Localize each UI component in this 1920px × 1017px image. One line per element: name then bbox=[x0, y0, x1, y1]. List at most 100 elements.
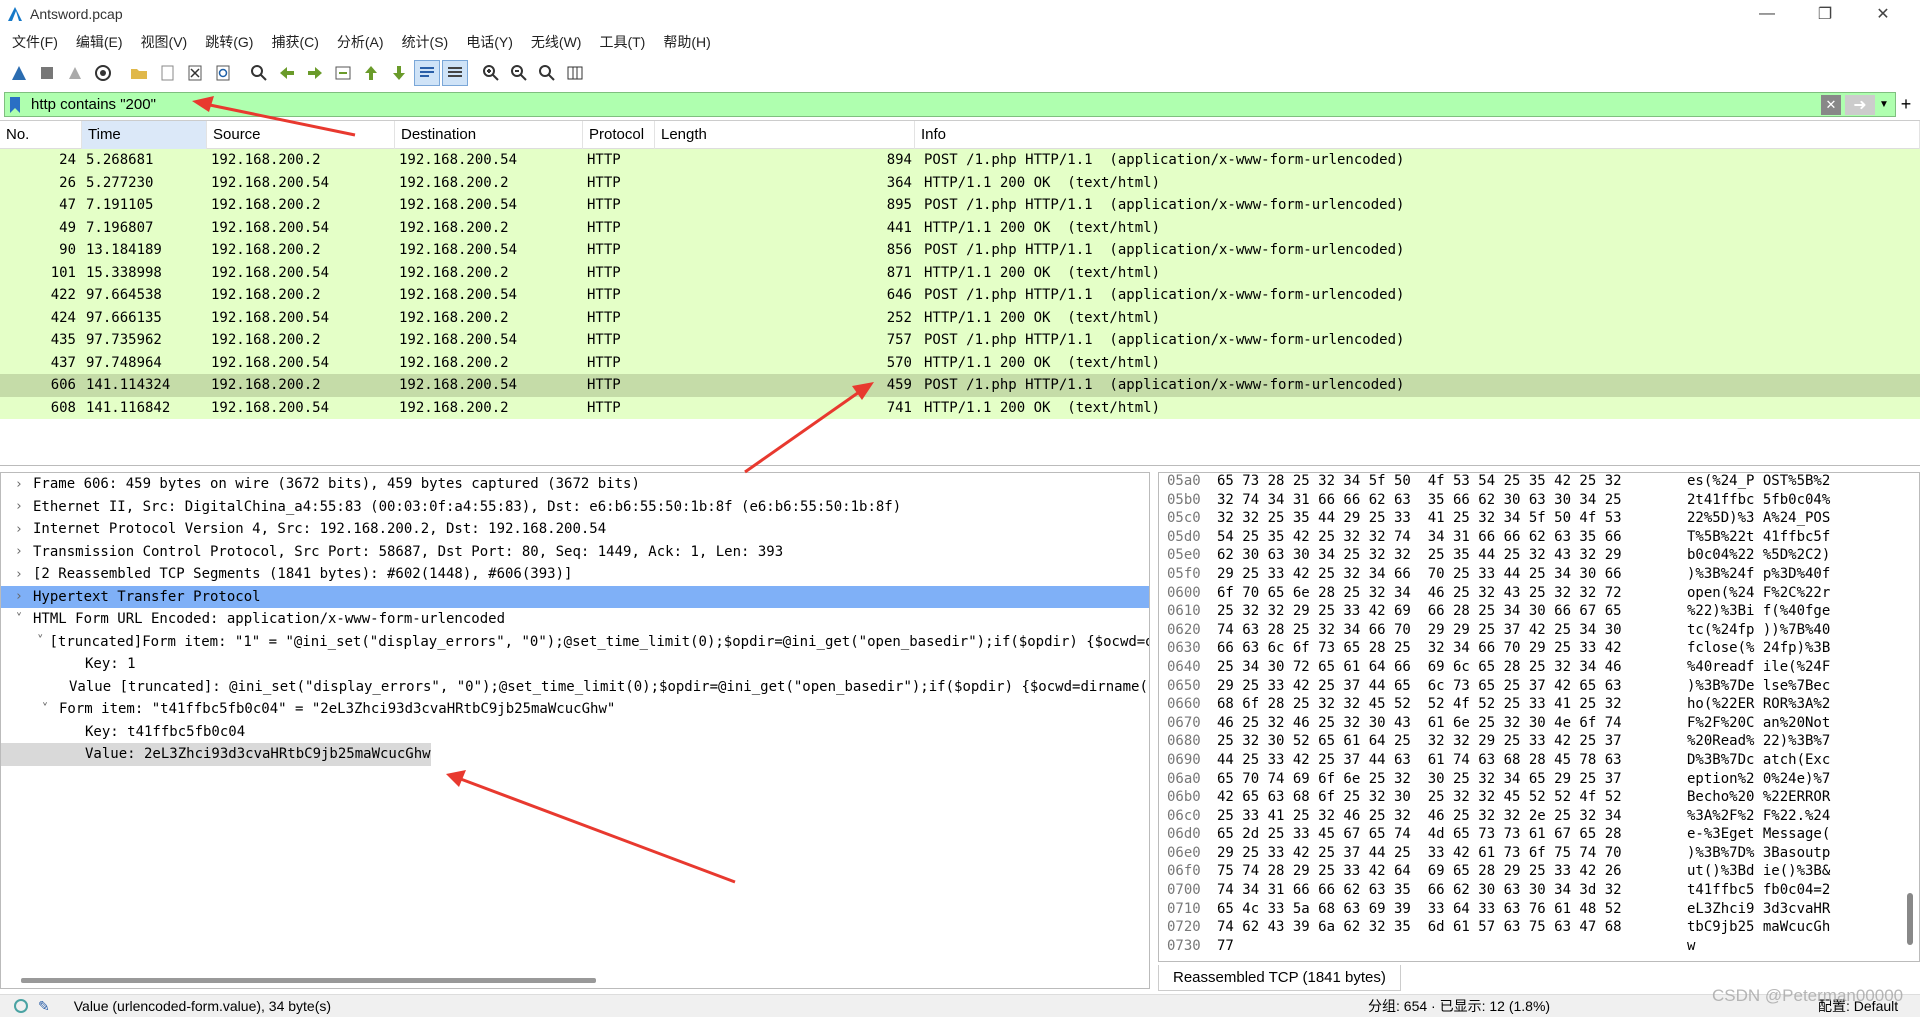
column-header-source[interactable]: Source bbox=[207, 120, 395, 149]
packet-row[interactable]: 606 141.114324 192.168.200.2 192.168.200.54… bbox=[0, 374, 1920, 397]
detail-tree-item[interactable]: Value [truncated]: @ini_set("display_err… bbox=[1, 676, 1149, 699]
detail-tree-item[interactable]: Key: t41ffbc5fb0c04 bbox=[1, 721, 1149, 744]
chevron-right-icon[interactable]: › bbox=[11, 567, 27, 582]
detail-tree-item[interactable]: › Ethernet II, Src: DigitalChina_a4:55:83… bbox=[1, 496, 1149, 519]
hex-row[interactable]: 0650 29 25 33 42 25 37 44 65 6c 73 65 25 … bbox=[1159, 678, 1919, 697]
hex-row[interactable]: 0670 46 25 32 46 25 32 30 43 61 6e 25 32 … bbox=[1159, 715, 1919, 734]
resize-columns-button[interactable] bbox=[562, 60, 588, 86]
hex-row[interactable]: 06e0 29 25 33 42 25 37 44 25 33 42 61 73 … bbox=[1159, 845, 1919, 864]
hex-row[interactable]: 06d0 65 2d 25 33 45 67 65 74 4d 65 73 73 … bbox=[1159, 826, 1919, 845]
minimize-button[interactable]: — bbox=[1738, 0, 1796, 28]
hex-row[interactable]: 0680 25 32 30 52 65 61 64 25 32 32 29 25 … bbox=[1159, 733, 1919, 752]
hex-row[interactable]: 0720 74 62 43 39 6a 62 32 35 6d 61 57 63 … bbox=[1159, 919, 1919, 938]
hex-row[interactable]: 0700 74 34 31 66 66 62 63 35 66 62 30 63 … bbox=[1159, 882, 1919, 901]
menu-item[interactable]: 跳转(G) bbox=[205, 32, 253, 52]
go-to-packet-button[interactable] bbox=[330, 60, 356, 86]
hex-row[interactable]: 06a0 65 70 74 69 6f 6e 25 32 30 25 32 34 … bbox=[1159, 771, 1919, 790]
zoom-in-button[interactable] bbox=[478, 60, 504, 86]
restart-capture-button[interactable] bbox=[62, 60, 88, 86]
chevron-down-icon[interactable]: ˅ bbox=[37, 702, 53, 717]
hex-row[interactable]: 06f0 75 74 28 29 25 33 42 64 69 65 28 29 … bbox=[1159, 863, 1919, 882]
chevron-right-icon[interactable]: › bbox=[11, 477, 27, 492]
details-horizontal-scrollbar[interactable] bbox=[21, 978, 596, 983]
detail-tree-item[interactable]: ˅ [truncated]Form item: "1" = "@ini_set("… bbox=[1, 631, 1149, 654]
menu-item[interactable]: 文件(F) bbox=[12, 32, 58, 52]
hex-row[interactable]: 0640 25 34 30 72 65 61 64 66 69 6c 65 28 … bbox=[1159, 659, 1919, 678]
chevron-right-icon[interactable]: › bbox=[11, 544, 27, 559]
packet-row[interactable]: 49 7.196807 192.168.200.54 192.168.200.2 HTT… bbox=[0, 216, 1920, 239]
edit-comment-icon[interactable]: ✎ bbox=[38, 998, 50, 1015]
colorize-button[interactable] bbox=[442, 60, 468, 86]
detail-tree-item[interactable]: Key: 1 bbox=[1, 653, 1149, 676]
menu-item[interactable]: 分析(A) bbox=[337, 32, 384, 52]
hex-row[interactable]: 0690 44 25 33 42 25 37 44 63 61 74 63 68 … bbox=[1159, 752, 1919, 771]
hex-row[interactable]: 0630 66 63 6c 6f 73 65 28 25 32 34 66 70 … bbox=[1159, 640, 1919, 659]
chevron-down-icon[interactable]: ˅ bbox=[11, 612, 27, 627]
start-capture-button[interactable] bbox=[6, 60, 32, 86]
hex-row[interactable]: 0600 6f 70 65 6e 28 25 32 34 46 25 32 43 … bbox=[1159, 585, 1919, 604]
hex-row[interactable]: 05b0 32 74 34 31 66 66 62 63 35 66 62 30 … bbox=[1159, 492, 1919, 511]
hex-row[interactable]: 06b0 42 65 63 68 6f 25 32 30 25 32 32 45 … bbox=[1159, 789, 1919, 808]
expert-info-icon[interactable] bbox=[14, 999, 28, 1013]
filter-bookmark-button[interactable] bbox=[5, 93, 25, 116]
column-header-destination[interactable]: Destination bbox=[395, 120, 583, 149]
packet-row[interactable]: 26 5.277230 192.168.200.54 192.168.200.2 HTT… bbox=[0, 171, 1920, 194]
packet-row[interactable]: 608 141.116842 192.168.200.54 192.168.200.2… bbox=[0, 396, 1920, 419]
recent-filters-dropdown[interactable]: ▼ bbox=[1875, 95, 1893, 115]
detail-tree-item[interactable]: › Frame 606: 459 bytes on wire (3672 bits… bbox=[1, 473, 1149, 496]
zoom-out-button[interactable] bbox=[506, 60, 532, 86]
packet-row[interactable]: 435 97.735962 192.168.200.2 192.168.200.54 H… bbox=[0, 329, 1920, 352]
detail-tree-item[interactable]: › Internet Protocol Version 4, Src: 192.1… bbox=[1, 518, 1149, 541]
reload-file-button[interactable] bbox=[210, 60, 236, 86]
hex-row[interactable]: 0620 74 63 28 25 32 34 66 70 29 29 25 37 … bbox=[1159, 622, 1919, 641]
menu-item[interactable]: 统计(S) bbox=[402, 32, 449, 52]
chevron-right-icon[interactable]: › bbox=[11, 499, 27, 514]
packet-row[interactable]: 424 97.666135 192.168.200.54 192.168.200.2 H… bbox=[0, 306, 1920, 329]
hex-row[interactable]: 0660 68 6f 28 25 32 32 45 52 52 4f 52 25 … bbox=[1159, 696, 1919, 715]
menu-item[interactable]: 工具(T) bbox=[599, 32, 645, 52]
close-file-button[interactable] bbox=[182, 60, 208, 86]
detail-tree-item[interactable]: › Hypertext Transfer Protocol bbox=[1, 585, 1149, 608]
last-packet-button[interactable] bbox=[386, 60, 412, 86]
bytes-vertical-scrollbar[interactable] bbox=[1907, 893, 1913, 945]
clear-filter-button[interactable]: ✕ bbox=[1821, 94, 1841, 115]
packet-row[interactable]: 90 13.184189 192.168.200.2 192.168.200.54 HT… bbox=[0, 239, 1920, 262]
hex-row[interactable]: 0710 65 4c 33 5a 68 63 69 39 33 64 33 63 … bbox=[1159, 901, 1919, 920]
menu-item[interactable]: 捕获(C) bbox=[271, 32, 318, 52]
menu-item[interactable]: 视图(V) bbox=[141, 32, 188, 52]
chevron-right-icon[interactable]: › bbox=[11, 589, 27, 604]
open-file-button[interactable] bbox=[126, 60, 152, 86]
packet-row[interactable]: 24 5.268681 192.168.200.2 192.168.200.54 HTT… bbox=[0, 149, 1920, 172]
hex-row[interactable]: 05d0 54 25 35 42 25 32 32 74 34 31 66 66 … bbox=[1159, 529, 1919, 548]
first-packet-button[interactable] bbox=[358, 60, 384, 86]
detail-tree-item[interactable]: › Transmission Control Protocol, Src Port… bbox=[1, 541, 1149, 564]
column-header-length[interactable]: Length bbox=[655, 120, 915, 149]
hex-row[interactable]: 05e0 62 30 63 30 34 25 32 32 25 35 44 25 … bbox=[1159, 547, 1919, 566]
detail-tree-item[interactable]: Value: 2eL3Zhci93d3cvaHRtbC9jb25maWcucGh… bbox=[1, 743, 431, 766]
close-button[interactable]: ✕ bbox=[1854, 0, 1912, 28]
packet-row[interactable]: 422 97.664538 192.168.200.2 192.168.200.54 H… bbox=[0, 284, 1920, 307]
chevron-right-icon[interactable]: › bbox=[11, 522, 27, 537]
add-filter-button[interactable]: + bbox=[1896, 94, 1916, 115]
zoom-normal-button[interactable] bbox=[534, 60, 560, 86]
column-header-no[interactable]: No. bbox=[0, 120, 82, 149]
detail-tree-item[interactable]: ˅ Form item: "t41ffbc5fb0c04" = "2eL3Zhci… bbox=[1, 698, 1149, 721]
menu-item[interactable]: 帮助(H) bbox=[663, 32, 710, 52]
hex-row[interactable]: 0730 77 w bbox=[1159, 938, 1919, 957]
packet-row[interactable]: 47 7.191105 192.168.200.2 192.168.200.54 HTT… bbox=[0, 194, 1920, 217]
menu-item[interactable]: 编辑(E) bbox=[76, 32, 123, 52]
display-filter-input[interactable]: http contains "200" ✕ ➜ ▼ bbox=[4, 92, 1896, 117]
detail-tree-item[interactable]: › [2 Reassembled TCP Segments (1841 bytes… bbox=[1, 563, 1149, 586]
menu-item[interactable]: 无线(W) bbox=[531, 32, 582, 52]
hex-row[interactable]: 05a0 65 73 28 25 32 34 5f 50 4f 53 54 25 … bbox=[1159, 473, 1919, 492]
auto-scroll-button[interactable] bbox=[414, 60, 440, 86]
go-forward-button[interactable] bbox=[302, 60, 328, 86]
hex-row[interactable]: 05f0 29 25 33 42 25 32 34 66 70 25 33 44 … bbox=[1159, 566, 1919, 585]
menu-item[interactable]: 电话(Y) bbox=[466, 32, 513, 52]
apply-filter-button[interactable]: ➜ bbox=[1845, 94, 1875, 115]
hex-row[interactable]: 06c0 25 33 41 25 32 46 25 32 46 25 32 32 … bbox=[1159, 808, 1919, 827]
packet-row[interactable]: 101 15.338998 192.168.200.54 192.168.200.2 H… bbox=[0, 261, 1920, 284]
column-header-time[interactable]: Time bbox=[82, 120, 207, 149]
stop-capture-button[interactable] bbox=[34, 60, 60, 86]
capture-options-button[interactable] bbox=[90, 60, 116, 86]
